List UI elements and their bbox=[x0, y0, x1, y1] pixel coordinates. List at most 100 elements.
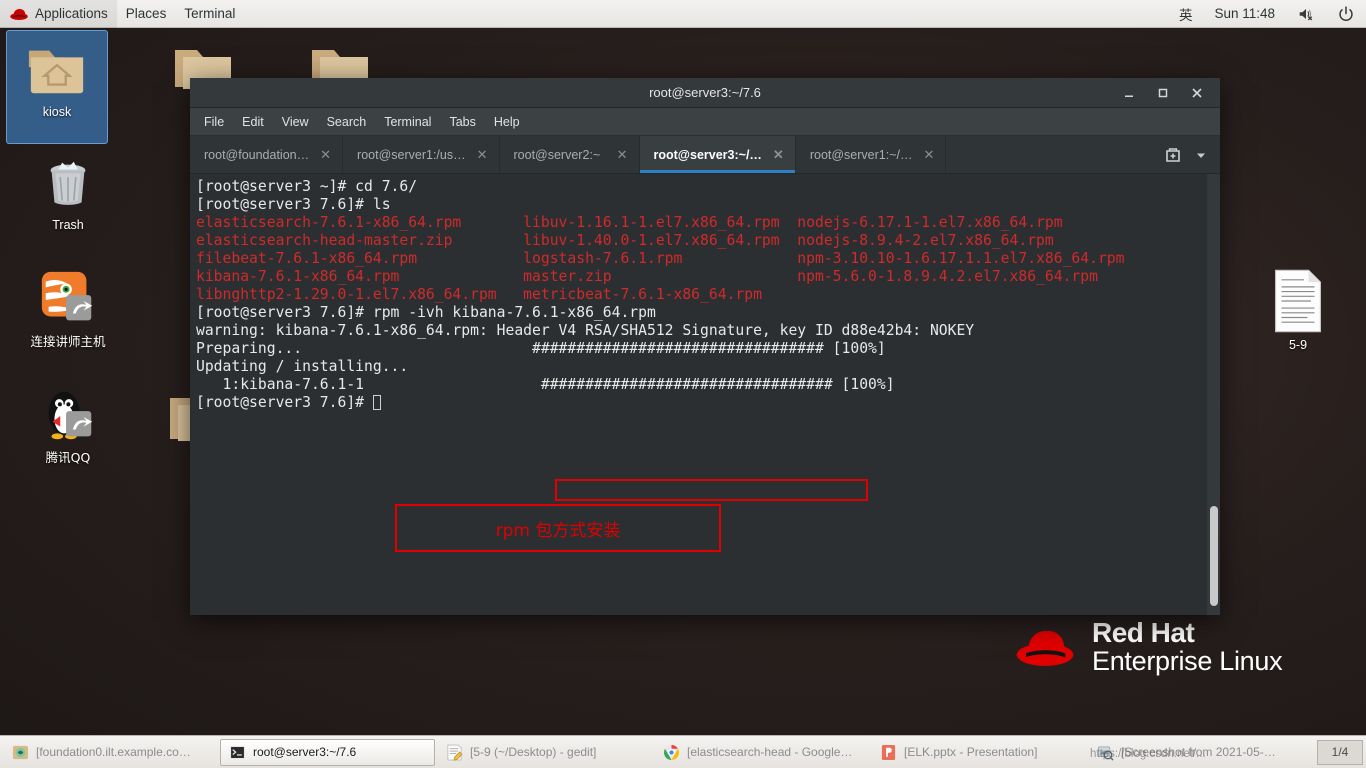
power-button[interactable] bbox=[1326, 0, 1366, 28]
terminal-line: [root@server3 7.6]# bbox=[196, 394, 1194, 412]
desktop-icon-teacher-host[interactable]: 连接讲师主机 bbox=[17, 268, 119, 349]
clock[interactable]: Sun 11:48 bbox=[1203, 0, 1286, 28]
applications-menu[interactable]: Applications bbox=[0, 0, 117, 28]
desktop-icon-trash-label: Trash bbox=[52, 218, 84, 232]
taskbar-item-powerpoint[interactable]: [ELK.pptx - Presentation] bbox=[871, 739, 1086, 766]
tab-close-icon[interactable]: ✕ bbox=[314, 147, 331, 163]
menu-terminal[interactable]: Terminal bbox=[375, 112, 440, 132]
terminal-tabbar: root@foundation… ✕ root@server1:/us… ✕ r… bbox=[190, 136, 1220, 174]
terminal-text: filebeat-7.6.1-x86_64.rpm logstash-7.6.1… bbox=[196, 250, 1125, 267]
terminal-icon bbox=[229, 745, 246, 759]
taskbar-item-powerpoint-label: [ELK.pptx - Presentation] bbox=[904, 745, 1038, 759]
tab-close-icon[interactable]: ✕ bbox=[611, 147, 628, 163]
taskbar-item-terminal[interactable]: root@server3:~/7.6 bbox=[220, 738, 435, 766]
terminal-tab-2-label: root@server2:~ bbox=[513, 147, 601, 162]
terminal-title: root@server3:~/7.6 bbox=[649, 85, 761, 100]
new-tab-icon[interactable] bbox=[1164, 146, 1182, 164]
volume-button[interactable] bbox=[1286, 0, 1326, 28]
terminal-menubar: File Edit View Search Terminal Tabs Help bbox=[190, 108, 1220, 136]
redhat-fedora-icon bbox=[10, 8, 28, 20]
desktop-icon-kiosk-label: kiosk bbox=[42, 105, 72, 119]
taskbar-item-terminal-label: root@server3:~/7.6 bbox=[253, 745, 357, 759]
menu-tabs[interactable]: Tabs bbox=[440, 112, 484, 132]
terminal-text: elasticsearch-head-master.zip libuv-1.40… bbox=[196, 232, 1054, 249]
tab-close-icon[interactable]: ✕ bbox=[917, 147, 934, 163]
taskbar-item-chrome[interactable]: [elasticsearch-head - Google… bbox=[654, 739, 869, 766]
menu-edit[interactable]: Edit bbox=[233, 112, 273, 132]
maximize-icon bbox=[1158, 88, 1168, 97]
terminal-menu[interactable]: Terminal bbox=[175, 0, 244, 28]
tiger-shortcut-icon bbox=[41, 271, 93, 321]
terminal-text: Preparing... ###########################… bbox=[196, 340, 886, 357]
volume-muted-icon bbox=[1299, 8, 1313, 20]
terminal-line: [root@server3 7.6]# ls bbox=[196, 196, 1194, 214]
command-highlight-box bbox=[555, 479, 868, 501]
taskbar: [foundation0.ilt.example.co… root@server… bbox=[0, 735, 1366, 768]
terminal-text: [root@server3 7.6]# ls bbox=[196, 196, 391, 213]
terminal-text: libnghttp2-1.29.0-1.el7.x86_64.rpm metri… bbox=[196, 286, 762, 303]
terminal-line: warning: kibana-7.6.1-x86_64.rpm: Header… bbox=[196, 322, 1194, 340]
terminal-text: Updating / installing... bbox=[196, 358, 409, 375]
desktop-icon-doc-5-9-label: 5-9 bbox=[1288, 338, 1308, 352]
places-menu-label: Places bbox=[125, 6, 167, 21]
terminal-tab-1[interactable]: root@server1:/us… ✕ bbox=[343, 136, 500, 173]
terminal-tab-3-label: root@server3:~/… bbox=[653, 147, 762, 162]
menu-file[interactable]: File bbox=[195, 112, 233, 132]
window-controls bbox=[1112, 79, 1220, 107]
workspace-switcher[interactable]: 1/4 bbox=[1317, 739, 1363, 765]
taskbar-item-files[interactable]: [foundation0.ilt.example.co… bbox=[3, 739, 218, 766]
rhel-branding-text: Red Hat Enterprise Linux bbox=[1092, 617, 1283, 675]
menu-view[interactable]: View bbox=[273, 112, 318, 132]
terminal-line: elasticsearch-7.6.1-x86_64.rpm libuv-1.1… bbox=[196, 214, 1194, 232]
panel-status-area: 英 Sun 11:48 bbox=[1168, 0, 1366, 28]
terminal-text: [root@server3 7.6]# rpm -ivh kibana-7.6.… bbox=[196, 304, 656, 321]
desktop-icon-teacher-host-label: 连接讲师主机 bbox=[30, 334, 106, 349]
taskbar-item-gedit-label: [5-9 (~/Desktop) - gedit] bbox=[470, 745, 597, 759]
desktop-icon-tencent-qq[interactable]: 腾讯QQ bbox=[17, 384, 119, 465]
input-method-indicator[interactable]: 英 bbox=[1168, 0, 1204, 28]
terminal-line: Updating / installing... bbox=[196, 358, 1194, 376]
taskbar-item-gedit[interactable]: [5-9 (~/Desktop) - gedit] bbox=[437, 739, 652, 766]
input-method-label: 英 bbox=[1178, 7, 1193, 24]
terminal-tab-4[interactable]: root@server1:~/… ✕ bbox=[796, 136, 947, 173]
tab-close-icon[interactable]: ✕ bbox=[767, 147, 784, 163]
terminal-text: [root@server3 ~]# cd 7.6/ bbox=[196, 178, 418, 195]
penguin-shortcut-icon bbox=[48, 391, 93, 440]
chevron-down-icon[interactable] bbox=[1194, 148, 1208, 162]
top-panel: Applications Places Terminal 英 Sun 11:48 bbox=[0, 0, 1366, 28]
files-icon bbox=[12, 745, 29, 759]
terminal-line: [root@server3 7.6]# rpm -ivh kibana-7.6.… bbox=[196, 304, 1194, 322]
places-menu[interactable]: Places bbox=[117, 0, 176, 28]
terminal-scrollbar-thumb[interactable] bbox=[1210, 506, 1218, 606]
annotation-box: rpm 包方式安装 bbox=[395, 504, 721, 552]
terminal-line: filebeat-7.6.1-x86_64.rpm logstash-7.6.1… bbox=[196, 250, 1194, 268]
tab-close-icon[interactable]: ✕ bbox=[471, 147, 488, 163]
terminal-body[interactable]: [root@server3 ~]# cd 7.6/[root@server3 7… bbox=[190, 174, 1220, 615]
chrome-icon bbox=[663, 744, 680, 760]
desktop-icon-trash[interactable]: Trash bbox=[17, 152, 119, 233]
taskbar-item-files-label: [foundation0.ilt.example.co… bbox=[36, 745, 191, 759]
rhel-brand-line1: Red Hat bbox=[1092, 617, 1195, 648]
close-button[interactable] bbox=[1180, 79, 1214, 107]
maximize-button[interactable] bbox=[1146, 79, 1180, 107]
terminal-scrollbar[interactable] bbox=[1206, 174, 1220, 615]
taskbar-item-screenshot[interactable]: [Screenshot from 2021-05-… bbox=[1088, 739, 1303, 766]
desktop-icon-doc-5-9[interactable]: 5-9 bbox=[1247, 268, 1349, 353]
terminal-tab-0[interactable]: root@foundation… ✕ bbox=[190, 136, 344, 173]
terminal-tab-2[interactable]: root@server2:~ ✕ bbox=[500, 136, 640, 173]
workspace-indicator-label: 1/4 bbox=[1331, 745, 1349, 759]
minimize-icon bbox=[1125, 95, 1133, 97]
minimize-button[interactable] bbox=[1112, 79, 1146, 107]
menu-help[interactable]: Help bbox=[485, 112, 529, 132]
text-document-icon bbox=[1275, 269, 1321, 333]
desktop-icon-kiosk[interactable]: kiosk bbox=[6, 30, 108, 144]
terminal-window: root@server3:~/7.6 File Edit View Search… bbox=[190, 78, 1220, 615]
clock-label: Sun 11:48 bbox=[1214, 6, 1275, 21]
menu-search[interactable]: Search bbox=[318, 112, 376, 132]
terminal-text: [root@server3 7.6]# bbox=[196, 394, 373, 411]
terminal-line: kibana-7.6.1-x86_64.rpm master.zip npm-5… bbox=[196, 268, 1194, 286]
applications-menu-label: Applications bbox=[35, 6, 108, 21]
terminal-titlebar[interactable]: root@server3:~/7.6 bbox=[190, 78, 1220, 108]
terminal-line: 1:kibana-7.6.1-1 #######################… bbox=[196, 376, 1194, 394]
terminal-tab-3[interactable]: root@server3:~/… ✕ bbox=[639, 136, 796, 173]
